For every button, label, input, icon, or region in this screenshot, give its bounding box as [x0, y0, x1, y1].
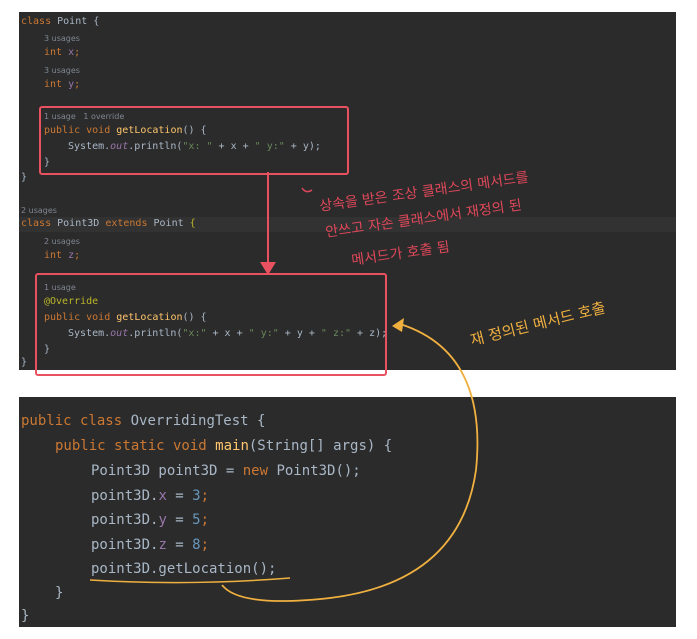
code-line-class-point[interactable]: class Point { — [21, 16, 99, 27]
usage-hint[interactable]: 3 usages — [44, 34, 80, 43]
usage-hint[interactable]: 2 usages — [21, 206, 57, 215]
code-editor-bottom: public class OverridingTest { public sta… — [19, 397, 676, 627]
code-line-field-x[interactable]: int x; — [44, 47, 80, 58]
code-line-close-brace[interactable]: } — [21, 357, 27, 368]
code-line-main-method[interactable]: public static void main(String[] args) { — [55, 438, 392, 454]
usage-hint[interactable]: 3 usages — [44, 66, 80, 75]
code-line-close-brace[interactable]: } — [55, 585, 63, 601]
code-line-get-location-call[interactable]: point3D.getLocation(); — [91, 561, 276, 577]
child-method-highlight-box — [35, 273, 387, 376]
code-line-field-z[interactable]: int z; — [44, 250, 80, 261]
code-line-new-point3d[interactable]: Point3D point3D = new Point3D(); — [91, 463, 361, 479]
code-line-assign-y[interactable]: point3D.y = 5; — [91, 512, 209, 528]
code-line-field-y[interactable]: int y; — [44, 79, 80, 90]
usage-hint[interactable]: 2 usages — [44, 237, 80, 246]
code-line-assign-x[interactable]: point3D.x = 3; — [91, 488, 209, 504]
code-line-class-declaration[interactable]: public class OverridingTest { — [21, 413, 265, 429]
code-line-close-brace[interactable]: } — [21, 172, 27, 183]
parent-method-highlight-box — [39, 106, 349, 175]
code-line-class-point3d[interactable]: class Point3D extends Point { — [21, 218, 196, 229]
code-line-close-brace[interactable]: } — [21, 608, 29, 624]
code-line-assign-z[interactable]: point3D.z = 8; — [91, 537, 209, 553]
